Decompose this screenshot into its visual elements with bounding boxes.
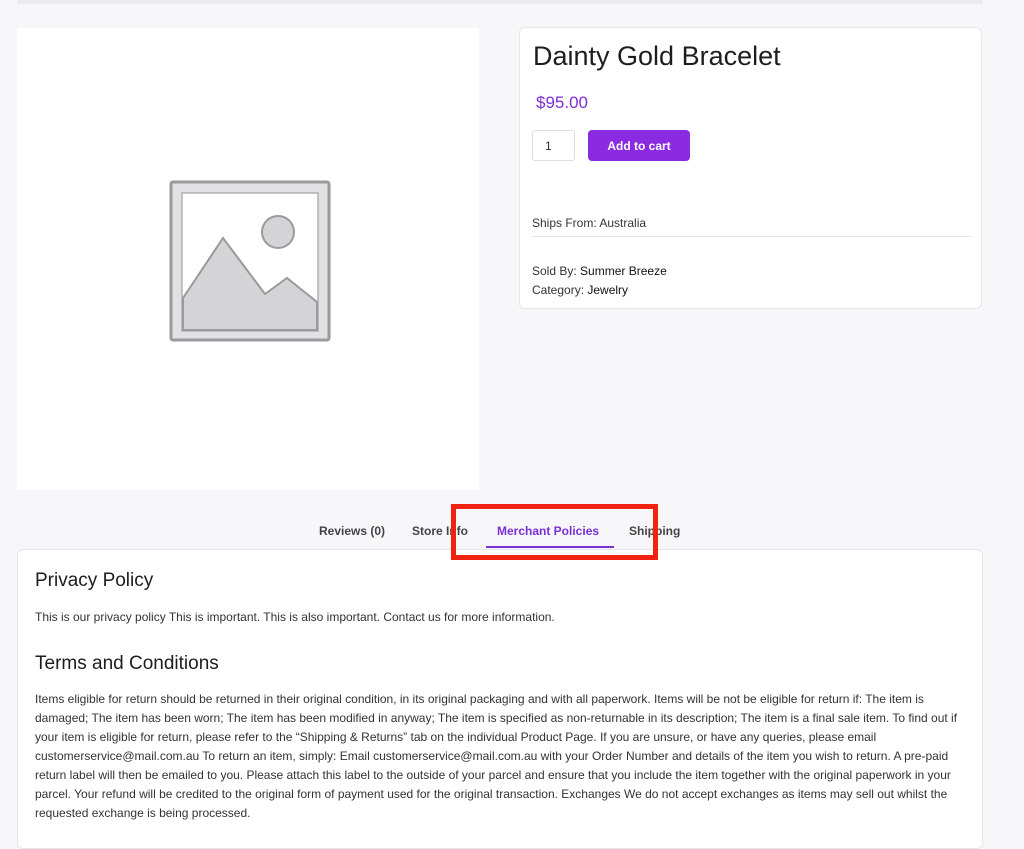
category-link[interactable]: Jewelry: [587, 283, 628, 297]
product-image[interactable]: [17, 28, 479, 490]
top-strip: [17, 0, 983, 4]
sold-by: Sold By: Summer Breeze: [532, 264, 667, 278]
add-to-cart-button[interactable]: Add to cart: [588, 130, 690, 161]
product-title: Dainty Gold Bracelet: [533, 41, 781, 71]
category: Category: Jewelry: [532, 283, 628, 297]
sold-by-link[interactable]: Summer Breeze: [580, 264, 667, 278]
divider: [532, 236, 971, 237]
terms-heading: Terms and Conditions: [35, 653, 219, 674]
tab-reviews[interactable]: Reviews (0): [319, 524, 385, 538]
ships-from: Ships From: Australia: [532, 216, 647, 230]
product-price: $95.00: [536, 93, 588, 112]
privacy-text: This is our privacy policy This is impor…: [35, 610, 555, 624]
terms-text: Items eligible for return should be retu…: [35, 692, 958, 820]
privacy-heading: Privacy Policy: [35, 570, 154, 591]
sold-by-label: Sold By:: [532, 264, 577, 278]
quantity-input[interactable]: [532, 130, 575, 161]
product-summary: Dainty Gold Bracelet $95.00 Add to cart …: [519, 27, 982, 309]
image-placeholder-icon: [169, 180, 331, 342]
highlight-box: [451, 504, 658, 560]
tab-panel: Privacy Policy This is our privacy polic…: [17, 549, 983, 849]
category-label: Category:: [532, 283, 585, 297]
